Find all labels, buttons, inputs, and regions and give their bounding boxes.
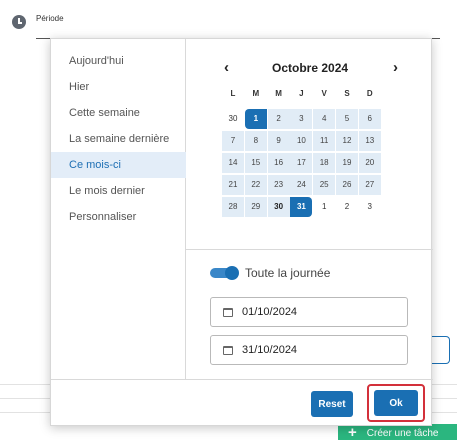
calendar-day[interactable]: 2 xyxy=(267,109,290,129)
calendar-day-range-end[interactable]: 31 xyxy=(290,197,313,217)
calendar-day[interactable]: 24 xyxy=(290,175,313,195)
reset-button[interactable]: Reset xyxy=(311,391,353,417)
preset-custom[interactable]: Personnaliser xyxy=(51,204,186,230)
calendar-day[interactable]: 21 xyxy=(222,175,244,195)
preset-this-week[interactable]: Cette semaine xyxy=(51,100,186,126)
preset-last-week[interactable]: La semaine dernière xyxy=(51,126,186,152)
calendar-day[interactable]: 20 xyxy=(358,153,381,173)
calendar-day[interactable]: 9 xyxy=(267,131,290,151)
calendar-day[interactable]: 17 xyxy=(290,153,313,173)
weekday-label: M xyxy=(275,89,282,98)
calendar-week: 7 8 9 10 11 12 13 xyxy=(222,131,382,151)
calendar-day-today[interactable]: 30 xyxy=(267,197,290,217)
weekday-header: L M M J V S D xyxy=(222,89,382,98)
toggle-knob xyxy=(225,266,239,280)
preset-this-month[interactable]: Ce mois-ci xyxy=(51,152,186,178)
calendar-divider xyxy=(186,249,433,250)
all-day-toggle[interactable] xyxy=(210,266,239,280)
start-date-value: 01/10/2024 xyxy=(242,306,298,318)
preset-last-month[interactable]: Le mois dernier xyxy=(51,178,186,204)
calendar-icon xyxy=(223,308,233,317)
create-task-label: Créer une tâche xyxy=(366,427,439,439)
weekday-label: V xyxy=(321,89,327,98)
calendar-day[interactable]: 3 xyxy=(290,109,313,129)
calendar-day[interactable]: 30 xyxy=(222,109,244,129)
end-date-value: 31/10/2024 xyxy=(242,344,298,356)
calendar-day[interactable]: 14 xyxy=(222,153,244,173)
preset-list: Aujourd'hui Hier Cette semaine La semain… xyxy=(51,39,186,379)
clock-icon xyxy=(12,15,26,29)
calendar-day[interactable]: 28 xyxy=(222,197,244,217)
calendar-day[interactable]: 29 xyxy=(244,197,267,217)
weekday-label: M xyxy=(252,89,260,98)
weekday-label: S xyxy=(344,89,350,98)
calendar: ‹ Octobre 2024 › L M M J V S D 30 1 2 3 … xyxy=(186,39,433,249)
background-field xyxy=(432,336,450,364)
start-date-field[interactable]: 01/10/2024 xyxy=(210,297,408,327)
chevron-right-icon[interactable]: › xyxy=(393,59,398,76)
calendar-day[interactable]: 13 xyxy=(358,131,381,151)
calendar-day[interactable]: 22 xyxy=(244,175,267,195)
end-date-field[interactable]: 31/10/2024 xyxy=(210,335,408,365)
calendar-day[interactable]: 25 xyxy=(313,175,336,195)
calendar-week: 21 22 23 24 25 26 27 xyxy=(222,175,382,195)
calendar-day[interactable]: 5 xyxy=(335,109,358,129)
calendar-day[interactable]: 26 xyxy=(335,175,358,195)
calendar-day[interactable]: 10 xyxy=(290,131,313,151)
calendar-grid: 30 1 2 3 4 5 6 7 8 9 10 11 12 13 14 15 1… xyxy=(222,109,382,219)
calendar-week: 14 15 16 17 18 19 20 xyxy=(222,153,382,173)
weekday-label: L xyxy=(230,89,236,98)
weekday-label: D xyxy=(366,89,373,98)
chevron-left-icon[interactable]: ‹ xyxy=(224,59,229,76)
calendar-day[interactable]: 4 xyxy=(313,109,336,129)
calendar-day[interactable]: 7 xyxy=(222,131,244,151)
calendar-day[interactable]: 19 xyxy=(335,153,358,173)
calendar-day[interactable]: 3 xyxy=(359,197,381,217)
weekday-label: J xyxy=(299,89,304,98)
calendar-day[interactable]: 8 xyxy=(244,131,267,151)
period-label: Période xyxy=(36,14,64,23)
date-range-popup: Aujourd'hui Hier Cette semaine La semain… xyxy=(50,38,433,426)
calendar-month-title: Octobre 2024 xyxy=(272,61,349,75)
calendar-week: 30 1 2 3 4 5 6 xyxy=(222,109,382,129)
footer-divider xyxy=(51,379,433,380)
calendar-day[interactable]: 16 xyxy=(267,153,290,173)
calendar-day[interactable]: 12 xyxy=(335,131,358,151)
preset-yesterday[interactable]: Hier xyxy=(51,74,186,100)
ok-button[interactable]: Ok xyxy=(374,390,418,416)
calendar-day[interactable]: 6 xyxy=(358,109,381,129)
calendar-week: 28 29 30 31 1 2 3 xyxy=(222,197,382,217)
calendar-day[interactable]: 23 xyxy=(267,175,290,195)
calendar-day[interactable]: 18 xyxy=(313,153,336,173)
all-day-label: Toute la journée xyxy=(245,266,331,280)
calendar-day[interactable]: 11 xyxy=(313,131,336,151)
create-task-button[interactable]: + Créer une tâche xyxy=(338,424,457,440)
plus-icon: + xyxy=(348,424,357,440)
ok-button-highlight: Ok xyxy=(367,384,425,422)
calendar-day-range-start[interactable]: 1 xyxy=(244,109,267,129)
preset-today[interactable]: Aujourd'hui xyxy=(51,48,186,74)
calendar-day[interactable]: 15 xyxy=(244,153,267,173)
calendar-day[interactable]: 2 xyxy=(336,197,358,217)
calendar-day[interactable]: 1 xyxy=(313,197,335,217)
calendar-day[interactable]: 27 xyxy=(358,175,381,195)
calendar-icon xyxy=(223,346,233,355)
